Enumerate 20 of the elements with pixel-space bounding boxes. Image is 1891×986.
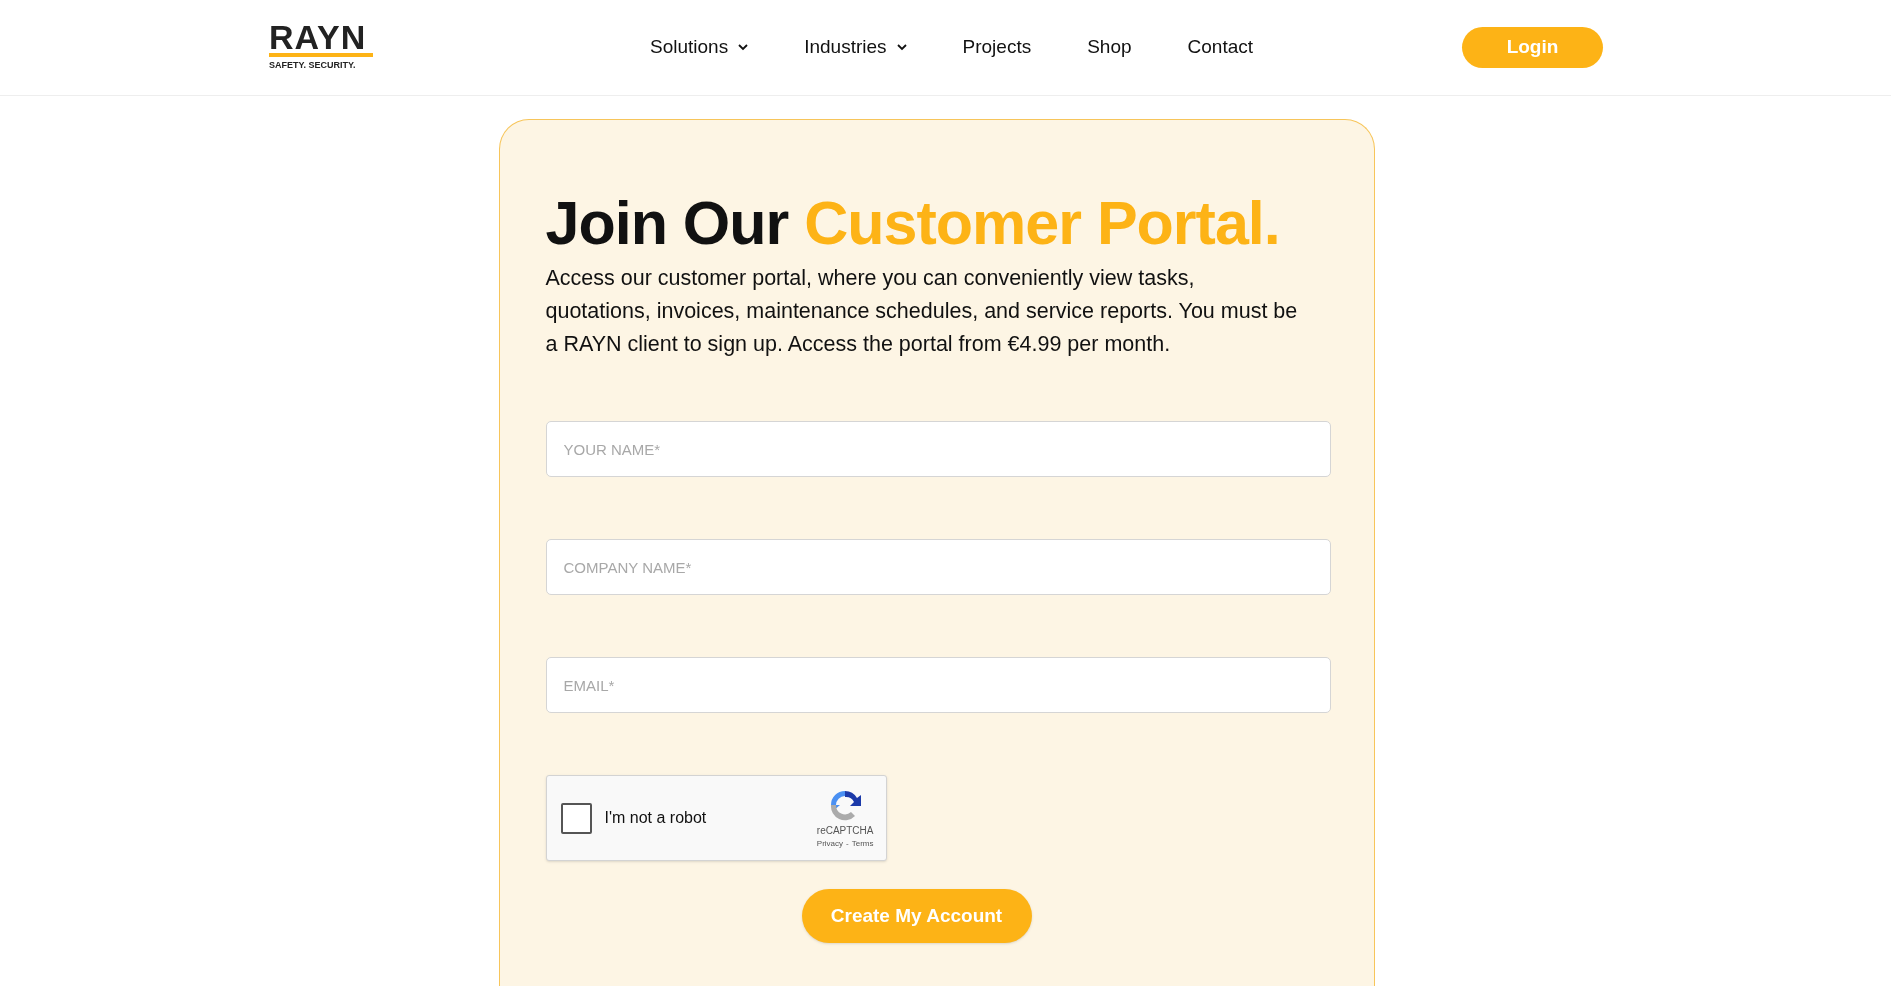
nav-link[interactable]: Solutions [650, 33, 749, 62]
nav-link[interactable]: Projects [962, 33, 1032, 62]
captcha-label: I'm not a robot [604, 808, 707, 828]
input-field[interactable]: COMPANY NAME* [545, 539, 1331, 595]
nav-link[interactable]: Shop [1087, 33, 1132, 62]
logo-tagline: SAFETY. SECURITY. [269, 59, 357, 73]
heading: Join Our Customer Portal. [545, 188, 1281, 258]
terms-link[interactable]: Terms [851, 837, 874, 850]
logo-wordmark: RAYN [269, 22, 373, 58]
input-field[interactable]: YOUR NAME* [545, 421, 1331, 477]
captcha-brand: reCAPTCHA [816, 823, 874, 838]
privacy-link[interactable]: Privacy [816, 837, 844, 850]
link-separator: - [846, 837, 849, 850]
intro-paragraph: Access our customer portal, where you can conveniently view tasks, quotations, invoices, maintenance schedules, and service reports. You must be a RAYN client to sign up. Access the portal from €4.99 per month. [545, 265, 1299, 358]
nav-link[interactable]: Industries [804, 33, 907, 62]
checkbox[interactable] [560, 802, 592, 834]
chevron-down-icon [896, 44, 907, 51]
input-field[interactable]: EMAIL* [545, 657, 1331, 713]
nav-link[interactable]: Contact [1187, 33, 1254, 62]
chevron-down-icon [738, 44, 749, 51]
